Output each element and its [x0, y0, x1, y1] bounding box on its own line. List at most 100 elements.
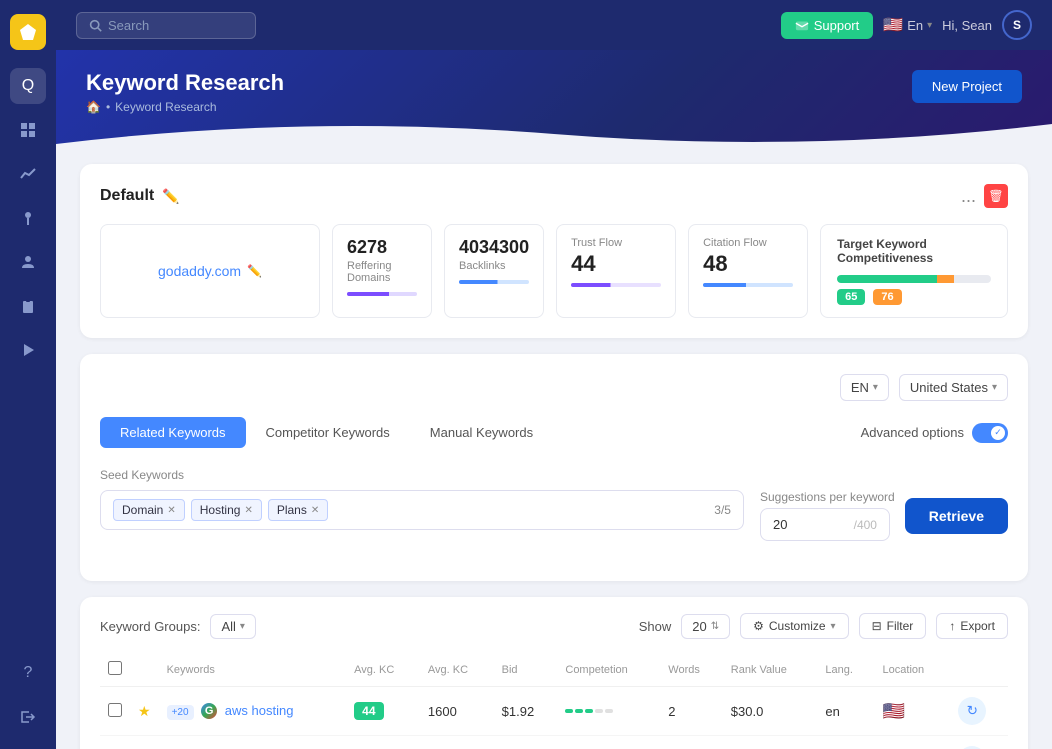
domain-box: godaddy.com ✏️: [100, 224, 320, 318]
row-checkbox-0[interactable]: [108, 703, 122, 717]
table-body: ★ +20 G aws hosting 44 1600 $1.92 2 $30.…: [100, 687, 1008, 749]
comp-marker-orange: 76: [873, 289, 901, 305]
new-project-button[interactable]: New Project: [912, 70, 1022, 103]
country-chevron-icon: ▾: [992, 382, 997, 393]
advanced-options-toggle: Advanced options: [861, 423, 1008, 443]
card-header: Default ✏️ ... 🗑: [100, 184, 1008, 208]
support-button[interactable]: Support: [781, 12, 874, 39]
sidebar-item-help[interactable]: ?: [10, 655, 46, 691]
domain-edit-icon[interactable]: ✏️: [247, 264, 262, 278]
rank-value-0: $30.0: [723, 687, 818, 736]
domain-link[interactable]: godaddy.com ✏️: [158, 263, 262, 279]
customize-chevron-icon: ▾: [831, 621, 836, 632]
sidebar-item-grid[interactable]: [10, 112, 46, 148]
search-box[interactable]: [76, 12, 256, 39]
keyword-groups-select[interactable]: All ▾: [210, 614, 255, 639]
rank-value-1: $30.0: [723, 736, 818, 749]
card-actions: ... 🗑: [961, 184, 1008, 208]
seed-count: 3/5: [714, 503, 731, 517]
seed-input-box[interactable]: Domain ✕ Hosting ✕ Plans ✕ 3/5: [100, 490, 744, 530]
show-chevron-icon: ⇅: [711, 621, 719, 632]
lang-filter[interactable]: EN ▾: [840, 374, 889, 401]
suggestions-label: Suggestions per keyword 20 /400: [760, 490, 895, 541]
words-0: 2: [660, 687, 722, 736]
default-card: Default ✏️ ... 🗑 godaddy.com ✏️: [80, 164, 1028, 338]
sidebar-item-pin[interactable]: [10, 200, 46, 236]
country-filter[interactable]: United States ▾: [899, 374, 1008, 401]
seed-tag-hosting-close[interactable]: ✕: [244, 505, 252, 516]
filter-button[interactable]: ⊟ Filter: [859, 613, 927, 639]
search-input[interactable]: [108, 18, 228, 33]
suggestions-input[interactable]: 20 /400: [760, 508, 890, 541]
seed-section: Seed Keywords Domain ✕ Hosting ✕ Plans: [100, 468, 1008, 541]
bid-1: $1.92: [494, 736, 558, 749]
bid-0: $1.92: [494, 687, 558, 736]
export-button[interactable]: ↑ Export: [936, 613, 1008, 639]
groups-chevron-icon: ▾: [240, 621, 245, 632]
comp-bar-teal: [837, 275, 937, 283]
keyword-section-card: EN ▾ United States ▾ Related Keywords Co…: [80, 354, 1028, 581]
delete-button[interactable]: 🗑: [984, 184, 1008, 208]
lang-0: en: [817, 687, 874, 736]
lang-1: en: [817, 736, 874, 749]
topnav: Support 🇺🇸 En ▾ Hi, Sean S: [56, 0, 1052, 50]
card-title: Default ✏️: [100, 187, 180, 205]
kc-badge-0: 44: [354, 702, 383, 720]
customize-icon: ⚙: [753, 619, 764, 633]
sync-button-0[interactable]: ↻: [958, 697, 986, 725]
sidebar-item-chart[interactable]: [10, 156, 46, 192]
backlinks-bar: [459, 280, 529, 284]
star-icon-0[interactable]: ★: [138, 703, 151, 719]
user-avatar[interactable]: S: [1002, 10, 1032, 40]
seed-input-row: Domain ✕ Hosting ✕ Plans ✕ 3/5: [100, 490, 1008, 541]
export-icon: ↑: [949, 619, 955, 633]
comp-bar: [837, 275, 991, 283]
search-icon: [89, 19, 102, 32]
table-card: Keyword Groups: All ▾ Show 20 ⇅ ⚙ Custom…: [80, 597, 1028, 749]
language-selector[interactable]: 🇺🇸 En ▾: [883, 15, 932, 35]
sidebar-item-search[interactable]: Q: [10, 68, 46, 104]
tab-manual-keywords[interactable]: Manual Keywords: [410, 417, 553, 448]
trust-flow-box: Trust Flow 44: [556, 224, 676, 318]
google-icon-0: G: [201, 703, 217, 719]
show-count-select[interactable]: 20 ⇅: [681, 614, 730, 639]
sidebar-logo[interactable]: [10, 14, 46, 50]
sidebar-item-logout[interactable]: [10, 699, 46, 735]
tabs-row: Related Keywords Competitor Keywords Man…: [100, 417, 1008, 448]
edit-icon[interactable]: ✏️: [162, 188, 179, 205]
comp-dot-filled: [565, 709, 573, 713]
table-row: ☆ +20 G aws hosting 44 1600 $1.92 2 $30.…: [100, 736, 1008, 749]
filter-icon: ⊟: [872, 619, 882, 633]
page-header: Keyword Research 🏠 • Keyword Research Ne…: [56, 50, 1052, 144]
avg-kc-1: 1600: [420, 736, 494, 749]
advanced-toggle[interactable]: [972, 423, 1008, 443]
sidebar-item-user[interactable]: [10, 244, 46, 280]
comp-dot-filled: [575, 709, 583, 713]
comp-markers: 65 76: [837, 289, 991, 305]
seed-tag-domain-close[interactable]: ✕: [167, 505, 175, 516]
keyword-link-0[interactable]: aws hosting: [225, 703, 294, 718]
comp-dot-empty: [595, 709, 603, 713]
keywords-table: Keywords Avg. KC Avg. KC Bid Competetion…: [100, 653, 1008, 749]
seed-tag-plans-close[interactable]: ✕: [311, 505, 319, 516]
flag-icon: 🇺🇸: [883, 15, 903, 35]
sidebar: Q ?: [0, 0, 56, 749]
content-area: Default ✏️ ... 🗑 godaddy.com ✏️: [56, 144, 1052, 749]
table-header: Keywords Avg. KC Avg. KC Bid Competetion…: [100, 653, 1008, 687]
more-options-button[interactable]: ...: [961, 186, 976, 207]
flag-icon-0: 🇺🇸: [883, 701, 905, 721]
retrieve-button[interactable]: Retrieve: [905, 498, 1008, 534]
topnav-right: Support 🇺🇸 En ▾ Hi, Sean S: [781, 10, 1032, 40]
suggestions-box: Suggestions per keyword 20 /400 Retrieve: [760, 490, 1008, 541]
referring-domains-bar: [347, 292, 417, 296]
citation-flow-bar: [703, 283, 793, 287]
tab-related-keywords[interactable]: Related Keywords: [100, 417, 246, 448]
sidebar-item-clipboard[interactable]: [10, 288, 46, 324]
tab-competitor-keywords[interactable]: Competitor Keywords: [246, 417, 410, 448]
comp-dot-filled: [585, 709, 593, 713]
support-icon: [795, 18, 809, 32]
customize-button[interactable]: ⚙ Customize ▾: [740, 613, 848, 639]
select-all-checkbox[interactable]: [108, 661, 122, 675]
sidebar-item-play[interactable]: [10, 332, 46, 368]
breadcrumb-home-icon: 🏠: [86, 100, 101, 114]
